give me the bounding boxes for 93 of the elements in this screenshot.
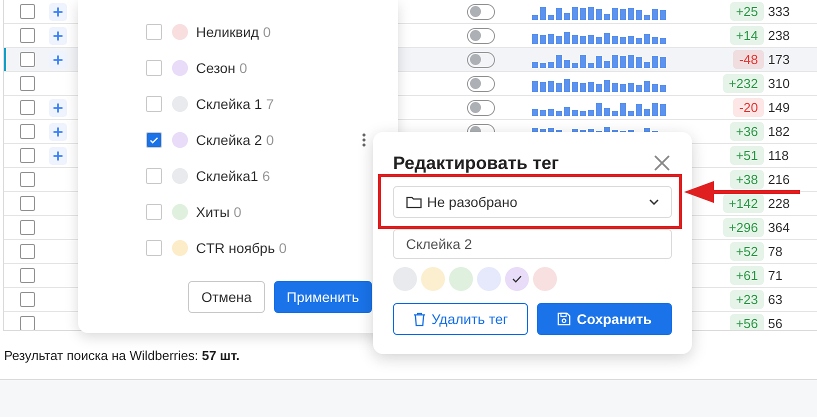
row-checkbox[interactable] bbox=[20, 4, 35, 19]
change-badge: +25 bbox=[730, 2, 764, 21]
row-checkbox[interactable] bbox=[20, 52, 35, 67]
change-badge: +232 bbox=[722, 74, 764, 93]
change-badge: +36 bbox=[730, 122, 764, 141]
folder-icon bbox=[406, 195, 422, 209]
toggle-switch[interactable] bbox=[467, 4, 495, 20]
count-value: 78 bbox=[768, 244, 782, 259]
tag-checkbox[interactable] bbox=[146, 132, 162, 148]
count-value: 238 bbox=[768, 28, 790, 43]
row-checkbox[interactable] bbox=[20, 268, 35, 283]
cancel-button[interactable]: Отмена bbox=[188, 281, 265, 313]
tag-name[interactable]: CTR ноябрь bbox=[196, 240, 275, 256]
count-value: 228 bbox=[768, 196, 790, 211]
change-badge: +38 bbox=[730, 170, 764, 189]
tag-checkbox[interactable] bbox=[146, 96, 162, 112]
row-checkbox[interactable] bbox=[20, 124, 35, 139]
tag-checkbox[interactable] bbox=[146, 24, 162, 40]
tag-name[interactable]: Сезон bbox=[196, 60, 236, 76]
tag-count: 0 bbox=[234, 204, 242, 220]
trash-icon bbox=[412, 312, 426, 326]
check-icon bbox=[512, 275, 522, 283]
count-value: 173 bbox=[768, 52, 790, 67]
tag-name-field[interactable]: Склейка 2 bbox=[393, 229, 672, 259]
tag-checkbox[interactable] bbox=[146, 240, 162, 256]
dialog-title: Редактировать тег bbox=[393, 152, 559, 174]
color-swatch[interactable] bbox=[477, 267, 501, 291]
change-badge: +296 bbox=[722, 218, 764, 237]
count-value: 71 bbox=[768, 268, 782, 283]
tag-checkbox[interactable] bbox=[146, 60, 162, 76]
count-value: 63 bbox=[768, 292, 782, 307]
count-value: 310 bbox=[768, 76, 790, 91]
change-badge: +142 bbox=[722, 194, 764, 213]
count-value: 182 bbox=[768, 124, 790, 139]
add-icon[interactable] bbox=[49, 50, 67, 68]
toggle-switch[interactable] bbox=[467, 28, 495, 44]
tag-count: 0 bbox=[239, 60, 248, 76]
change-badge: +14 bbox=[730, 26, 764, 45]
change-badge: -20 bbox=[733, 98, 764, 117]
change-badge: +52 bbox=[730, 242, 764, 261]
tag-name[interactable]: Склейка 2 bbox=[196, 132, 262, 148]
add-icon[interactable] bbox=[49, 146, 67, 164]
change-badge: -48 bbox=[733, 50, 764, 69]
row-checkbox[interactable] bbox=[20, 100, 35, 115]
count-value: 333 bbox=[768, 4, 790, 19]
tag-name[interactable]: Склейка 1 bbox=[196, 96, 262, 112]
search-result-text: Результат поиска на Wildberries: 57 шт. bbox=[4, 348, 240, 362]
color-swatch[interactable] bbox=[449, 267, 473, 291]
row-checkbox[interactable] bbox=[20, 76, 35, 91]
row-checkbox[interactable] bbox=[20, 220, 35, 235]
count-value: 216 bbox=[768, 172, 790, 187]
tag-name[interactable]: Неликвид bbox=[196, 24, 259, 40]
row-checkbox[interactable] bbox=[20, 28, 35, 43]
row-checkbox[interactable] bbox=[20, 172, 35, 187]
add-icon[interactable] bbox=[49, 122, 67, 140]
more-icon[interactable] bbox=[362, 132, 366, 148]
tag-count: 6 bbox=[262, 168, 270, 184]
row-checkbox[interactable] bbox=[20, 148, 35, 163]
change-badge: +51 bbox=[730, 146, 764, 165]
tag-checkbox[interactable] bbox=[146, 204, 162, 220]
count-value: 149 bbox=[768, 100, 790, 115]
tag-name[interactable]: Хиты bbox=[196, 204, 230, 220]
count-value: 364 bbox=[768, 220, 790, 235]
tag-count: 0 bbox=[262, 24, 271, 40]
add-icon[interactable] bbox=[49, 2, 67, 20]
save-button[interactable]: Сохранить bbox=[536, 303, 672, 335]
toggle-switch[interactable] bbox=[467, 76, 495, 92]
folder-select[interactable]: Не разобрано bbox=[393, 186, 672, 218]
tag-count: 7 bbox=[266, 96, 274, 112]
add-icon[interactable] bbox=[49, 98, 67, 116]
row-checkbox[interactable] bbox=[20, 316, 35, 330]
tag-count: 0 bbox=[266, 132, 274, 148]
chevron-down-icon bbox=[649, 199, 659, 205]
toggle-switch[interactable] bbox=[467, 52, 495, 68]
delete-tag-button[interactable]: Удалить тег bbox=[393, 303, 528, 335]
close-icon[interactable] bbox=[653, 154, 671, 172]
count-value: 118 bbox=[768, 148, 789, 163]
tag-checkbox[interactable] bbox=[146, 168, 162, 184]
row-checkbox[interactable] bbox=[20, 292, 35, 307]
apply-button[interactable]: Применить bbox=[274, 281, 372, 313]
change-badge: +56 bbox=[730, 314, 764, 330]
change-badge: +23 bbox=[730, 290, 764, 309]
toggle-switch[interactable] bbox=[467, 100, 495, 116]
color-swatch[interactable] bbox=[421, 267, 445, 291]
tag-name[interactable]: Склейка1 bbox=[196, 168, 258, 184]
add-icon[interactable] bbox=[49, 26, 67, 44]
color-swatch[interactable] bbox=[533, 267, 557, 291]
row-checkbox[interactable] bbox=[20, 196, 35, 211]
change-badge: +61 bbox=[730, 266, 764, 285]
tag-count: 0 bbox=[278, 240, 287, 256]
count-value: 56 bbox=[768, 316, 782, 330]
color-swatch[interactable] bbox=[505, 267, 529, 291]
row-checkbox[interactable] bbox=[20, 244, 35, 259]
